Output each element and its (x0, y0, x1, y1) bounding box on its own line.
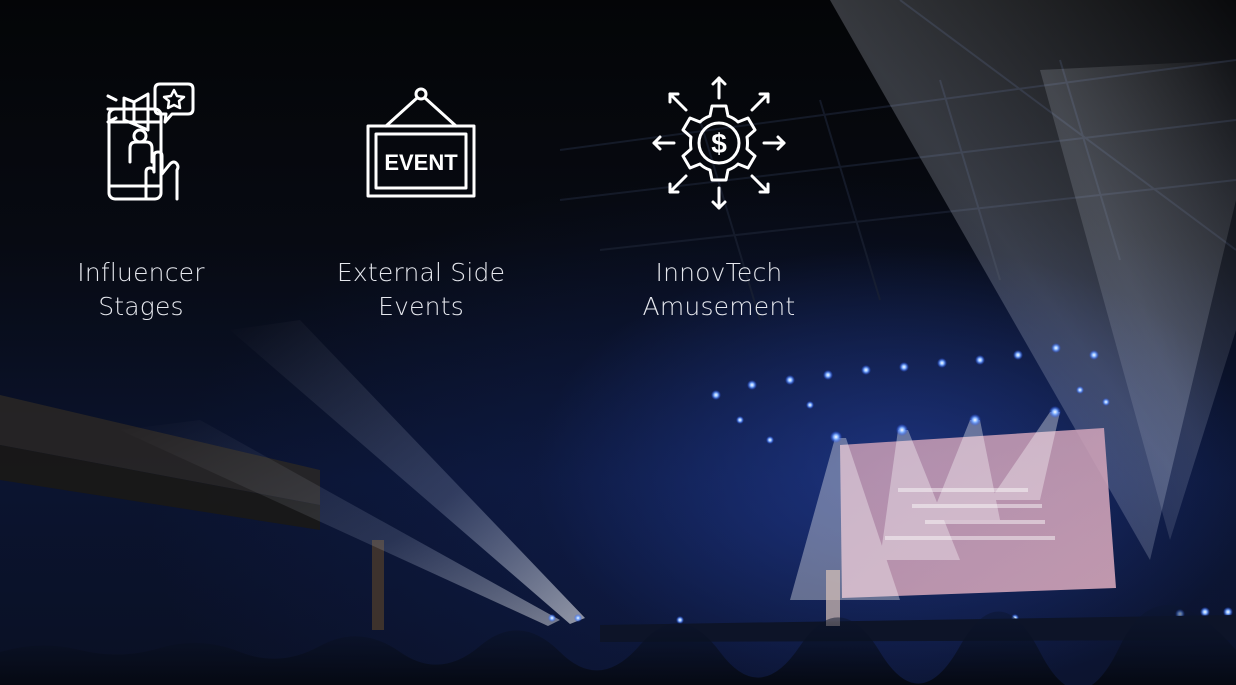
feature-external-side-events: EVENT External Side Events (311, 64, 531, 324)
event-sign-text: EVENT (384, 150, 458, 175)
feature-label: InnovTech Amusement (609, 256, 829, 324)
hero-section: Influencer Stages EVENT External Side Ev (0, 0, 1236, 685)
feature-label: External Side Events (311, 256, 531, 324)
dollar-sign-text: $ (711, 128, 727, 159)
feature-label-line2: Events (378, 292, 464, 321)
feature-label-line1: InnovTech (655, 258, 783, 287)
gear-dollar-arrows-icon: $ (652, 76, 786, 210)
features-row: Influencer Stages EVENT External Side Ev (0, 0, 1236, 685)
feature-innovtech-amusement: $ InnovTech Amusement (609, 64, 829, 324)
feature-label-line1: External Side (336, 258, 506, 287)
feature-label-line1: Influencer (77, 258, 205, 287)
influencer-phone-megaphone-icon (106, 82, 195, 201)
feature-label-line2: Stages (98, 292, 184, 321)
feature-label: Influencer Stages (31, 256, 251, 324)
event-sign-icon: EVENT (366, 87, 476, 198)
feature-influencer-stages: Influencer Stages (31, 64, 251, 324)
feature-label-line2: Amusement (642, 292, 796, 321)
